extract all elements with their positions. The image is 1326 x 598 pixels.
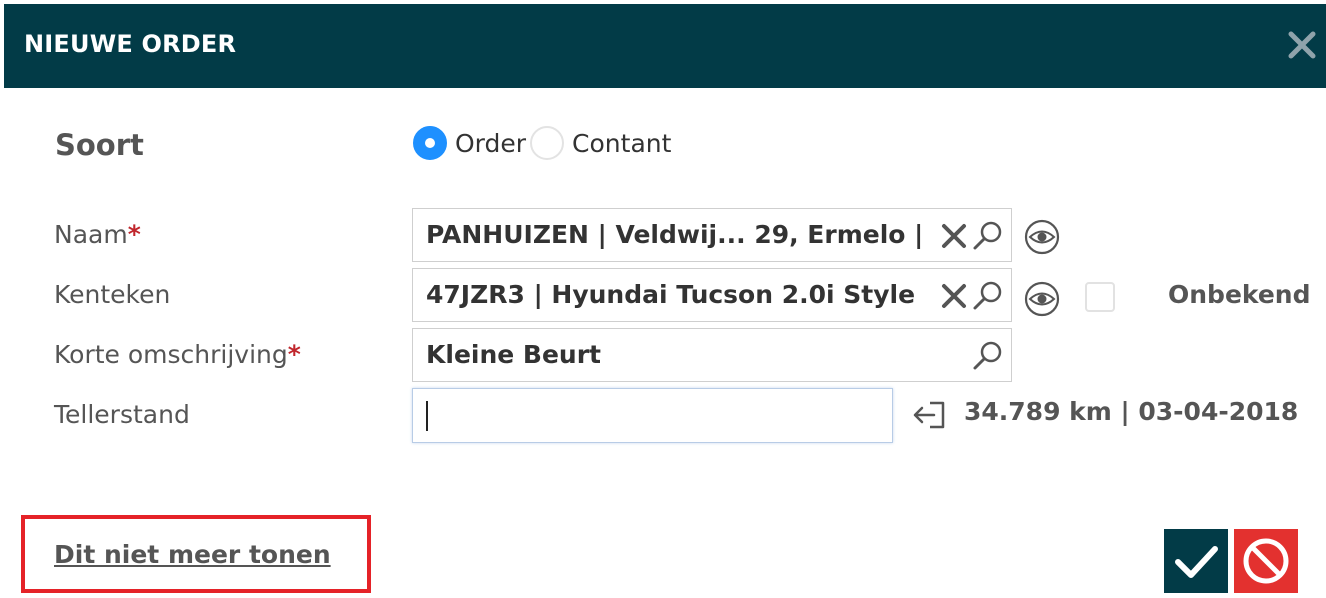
kenteken-field[interactable]: 47JZR3 | Hyundai Tucson 2.0i Style: [412, 268, 1012, 322]
soort-label: Soort: [55, 128, 144, 162]
tellerstand-input[interactable]: [412, 388, 893, 443]
korte-omschrijving-field[interactable]: Kleine Beurt: [412, 328, 1012, 382]
search-icon[interactable]: [971, 279, 1005, 313]
enter-icon[interactable]: [910, 397, 950, 433]
radio-order[interactable]: [413, 126, 447, 160]
naam-value[interactable]: PANHUIZEN | Veldwij... 29, Ermelo | Panh…: [426, 220, 929, 249]
required-mark: *: [127, 220, 141, 249]
korte-omschrijving-label: Korte omschrijving*: [54, 340, 301, 369]
last-odometer-reading: 34.789 km | 03-04-2018: [964, 397, 1299, 426]
text-caret: [426, 401, 428, 431]
naam-field[interactable]: PANHUIZEN | Veldwij... 29, Ermelo | Panh…: [412, 208, 1012, 262]
confirm-button[interactable]: [1164, 529, 1228, 593]
eye-icon[interactable]: [1023, 280, 1061, 318]
radio-contant-label[interactable]: Contant: [572, 129, 671, 158]
radio-order-label[interactable]: Order: [455, 129, 526, 158]
onbekend-checkbox[interactable]: [1085, 282, 1115, 312]
clear-icon[interactable]: [941, 283, 967, 309]
search-icon[interactable]: [971, 219, 1005, 253]
checkmark-icon: [1175, 546, 1218, 578]
prohibited-icon: [1243, 538, 1289, 584]
korte-omschrijving-value[interactable]: Kleine Beurt: [426, 340, 929, 369]
radio-contant[interactable]: [530, 126, 565, 160]
required-mark: *: [287, 340, 301, 369]
kenteken-value[interactable]: 47JZR3 | Hyundai Tucson 2.0i Style: [426, 280, 929, 309]
naam-label-text: Naam: [54, 220, 128, 249]
close-icon[interactable]: [1286, 29, 1318, 61]
search-icon[interactable]: [971, 339, 1005, 373]
korte-omschrijving-label-text: Korte omschrijving: [54, 340, 288, 369]
dialog-title: NIEUWE ORDER: [24, 30, 237, 58]
new-order-dialog: NIEUWE ORDER Soort Order Contant Naam* P…: [0, 0, 1326, 598]
kenteken-label: Kenteken: [54, 280, 171, 309]
onbekend-label: Onbekend: [1168, 280, 1311, 309]
eye-icon[interactable]: [1023, 218, 1061, 256]
clear-icon[interactable]: [941, 223, 967, 249]
naam-label: Naam*: [54, 220, 141, 249]
dialog-header: NIEUWE ORDER: [4, 4, 1326, 88]
dont-show-again-link[interactable]: Dit niet meer tonen: [54, 540, 331, 569]
cancel-button[interactable]: [1234, 529, 1298, 593]
soort-radio-group: Order Contant: [413, 124, 675, 162]
tellerstand-label: Tellerstand: [54, 400, 190, 429]
